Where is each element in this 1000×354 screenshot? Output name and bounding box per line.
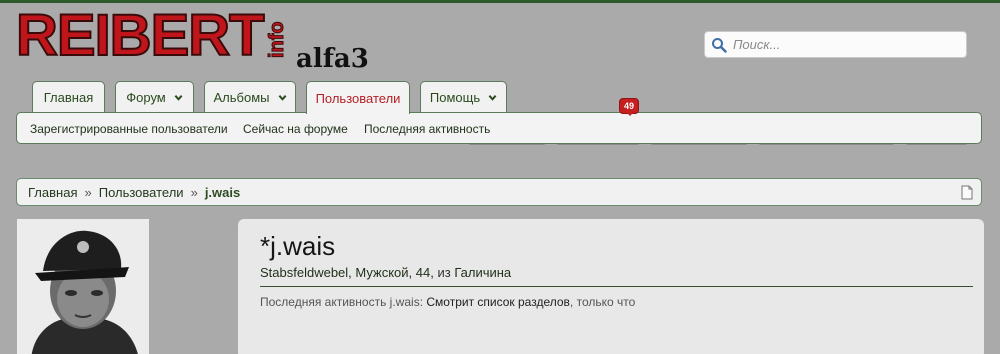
- page-icon[interactable]: [961, 185, 973, 200]
- avatar-photo: [17, 219, 149, 354]
- activity-time: , только что: [569, 295, 636, 309]
- avatar[interactable]: [17, 219, 149, 354]
- search-icon: [712, 37, 727, 53]
- breadcrumb-separator: »: [190, 184, 198, 200]
- profile-activity: Последняя активность j.wais: Смотрит спи…: [260, 295, 635, 309]
- tab-users-label: Пользователи: [315, 90, 401, 106]
- activity-prefix: Последняя активность j.wais:: [260, 295, 424, 309]
- profile-username: *j.wais: [260, 231, 336, 261]
- tab-help[interactable]: Помощь: [420, 81, 507, 113]
- breadcrumb-users[interactable]: Пользователи: [99, 185, 184, 200]
- tab-home-label: Главная: [43, 90, 94, 105]
- logo-sub-text: alfa3: [296, 44, 369, 74]
- chevron-down-icon: [488, 95, 497, 101]
- tab-albums[interactable]: Альбомы: [204, 81, 296, 113]
- tab-help-label: Помощь: [429, 90, 481, 105]
- sub-nav: Зарегистрированные пользователи Сейчас н…: [16, 112, 982, 144]
- tab-forum[interactable]: Форум: [115, 81, 194, 113]
- profile-divider: [260, 286, 973, 287]
- chevron-down-icon: [174, 95, 183, 101]
- subnav-online-now[interactable]: Сейчас на форуме: [243, 122, 348, 136]
- profile-location[interactable]: Галичина: [454, 265, 511, 280]
- activity-action[interactable]: Смотрит список разделов: [426, 295, 570, 309]
- chevron-down-icon: [278, 95, 286, 101]
- breadcrumb-current[interactable]: j.wais: [205, 185, 240, 200]
- breadcrumb-separator: »: [84, 184, 92, 200]
- subnav-registered-users[interactable]: Зарегистрированные пользователи: [30, 122, 228, 136]
- tab-users[interactable]: Пользователи: [306, 81, 410, 114]
- tab-forum-label: Форум: [126, 90, 166, 105]
- subnav-latest-activity[interactable]: Последняя активность: [364, 122, 490, 136]
- profile-card: *j.wais Stabsfeldwebel, Мужской, 44, из …: [238, 219, 984, 354]
- tab-home[interactable]: Главная: [32, 81, 105, 113]
- profile-meta: Stabsfeldwebel, Мужской, 44, из Галичина: [260, 265, 511, 280]
- profile-rank: Stabsfeldwebel, Мужской, 44,: [260, 265, 434, 280]
- profile-from-word: из: [437, 265, 451, 280]
- tab-albums-label: Альбомы: [213, 90, 270, 105]
- logo-info-text: info: [266, 21, 289, 59]
- search-placeholder: Поиск...: [733, 37, 781, 52]
- logo-main-text: REIBERT: [15, 3, 266, 68]
- breadcrumb-home[interactable]: Главная: [28, 185, 77, 200]
- search-input[interactable]: Поиск...: [704, 31, 967, 58]
- site-logo[interactable]: REIBERT info alfa3: [15, 3, 396, 76]
- breadcrumb: Главная » Пользователи » j.wais: [16, 178, 982, 206]
- badge-pointer: [626, 112, 634, 116]
